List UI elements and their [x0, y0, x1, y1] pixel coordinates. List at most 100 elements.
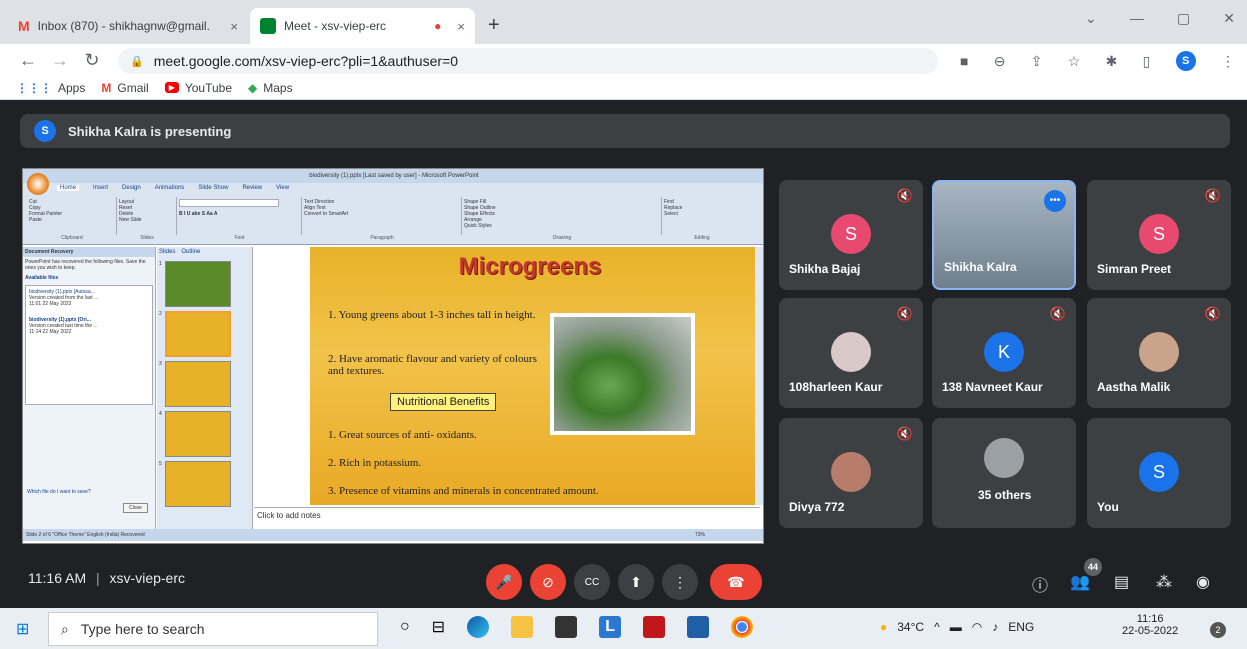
participant-tile[interactable]: Aastha Malik 🔇 — [1087, 298, 1231, 408]
taskbar-search[interactable]: ⌕ Type here to search — [48, 612, 378, 646]
close-window-button[interactable]: ✕ — [1223, 10, 1235, 27]
store-icon[interactable] — [555, 616, 578, 638]
participant-tile[interactable]: S Simran Preet 🔇 — [1087, 180, 1231, 290]
paste-button[interactable]: Paste — [29, 217, 114, 223]
captions-button[interactable]: CC — [574, 564, 610, 600]
back-icon[interactable]: ← — [16, 50, 40, 71]
info-icon[interactable]: ⓘ — [1032, 572, 1048, 596]
camera-icon[interactable]: ■ — [960, 53, 968, 69]
menu-icon[interactable]: ⋮ — [1221, 53, 1235, 70]
battery-icon[interactable]: ▬ — [950, 620, 962, 634]
l-app-icon[interactable]: L — [599, 616, 622, 638]
tab-meet[interactable]: Meet - xsv-viep-erc ● × — [250, 8, 475, 44]
tab-search-icon[interactable]: ⌄ — [1085, 10, 1097, 27]
office-button[interactable] — [27, 173, 49, 195]
host-controls-icon[interactable]: ◉ — [1196, 572, 1210, 592]
slide-thumbnail[interactable]: 3 — [159, 361, 250, 407]
zoom-icon[interactable]: ⊖ — [994, 53, 1006, 70]
ppt-ribbon: biodiversity (1).pptx [Last saved by use… — [23, 169, 763, 245]
leave-call-button[interactable]: ☎ — [710, 564, 762, 600]
extensions-icon[interactable]: ✱ — [1106, 53, 1118, 70]
participant-tile[interactable]: Shikha Kalra ••• — [932, 180, 1076, 290]
clock[interactable]: 11:16 22-05-2022 — [1122, 613, 1178, 637]
notification-badge[interactable]: 2 — [1210, 622, 1226, 638]
bookmark-youtube[interactable]: ▶ YouTube — [164, 81, 232, 95]
participant-tile[interactable]: S You — [1087, 418, 1231, 528]
mail-icon[interactable] — [687, 616, 710, 638]
file-explorer-icon[interactable] — [511, 616, 534, 638]
ribbon-tab[interactable]: Insert — [93, 185, 108, 191]
slide-thumbnail[interactable]: 2 — [159, 311, 250, 357]
new-slide-button[interactable]: New Slide — [119, 217, 174, 223]
smartart-button[interactable]: Convert to SmartArt — [304, 211, 459, 217]
zoom-level[interactable]: 73% — [695, 529, 705, 541]
new-tab-button[interactable]: + — [488, 14, 500, 37]
participant-tile[interactable]: 35 others — [932, 418, 1076, 528]
maximize-button[interactable]: ▢ — [1177, 10, 1190, 27]
slide-point-1: 1. Young greens about 1-3 inches tall in… — [328, 309, 536, 321]
participant-tile[interactable]: S Shikha Bajaj 🔇 — [779, 180, 923, 290]
tile-options-icon[interactable]: ••• — [1044, 190, 1066, 212]
mic-off-button[interactable]: 🎤 — [486, 564, 522, 600]
slide-thumbnail[interactable]: 4 — [159, 411, 250, 457]
ribbon-tab[interactable]: View — [276, 185, 289, 191]
select-button[interactable]: Select — [664, 211, 740, 217]
slide-thumbnail[interactable]: 1 — [159, 261, 250, 307]
camera-off-button[interactable]: ⊘ — [530, 564, 566, 600]
tab-gmail[interactable]: M Inbox (870) - shikhagnw@gmail. × — [8, 8, 248, 44]
participant-tile[interactable]: K 138 Navneet Kaur 🔇 — [932, 298, 1076, 408]
font-format-icons[interactable]: B I U abe S Aa A — [179, 211, 299, 217]
sidepanel-icon[interactable]: ▯ — [1143, 53, 1151, 70]
address-bar[interactable]: 🔒 meet.google.com/xsv-viep-erc?pli=1&aut… — [118, 48, 938, 74]
present-button[interactable]: ⬆ — [618, 564, 654, 600]
lock-icon: 🔒 — [130, 55, 144, 68]
participant-tile[interactable]: Divya 772 🔇 — [779, 418, 923, 528]
close-recovery-button[interactable]: Close — [123, 503, 148, 513]
language-indicator[interactable]: ENG — [1008, 620, 1034, 634]
share-icon[interactable]: ⇪ — [1031, 53, 1043, 70]
file-item[interactable]: biodiversity (1).pptx [Autosa... Version… — [29, 289, 149, 307]
mcafee-icon[interactable] — [643, 616, 666, 638]
windows-start-icon[interactable]: ⊞ — [16, 619, 29, 639]
close-icon[interactable]: × — [230, 19, 238, 34]
profile-avatar[interactable]: S — [1175, 51, 1196, 71]
cortana-icon[interactable]: ○ — [400, 618, 410, 636]
activities-icon[interactable]: ⁂ — [1156, 572, 1172, 592]
volume-icon[interactable]: ♪ — [992, 620, 998, 634]
notes-pane[interactable]: Click to add notes — [254, 507, 760, 525]
tray-expand-icon[interactable]: ^ — [934, 620, 940, 634]
ribbon-tab[interactable]: Design — [122, 185, 141, 191]
chat-icon[interactable]: ▤ — [1114, 572, 1129, 592]
muted-icon: 🔇 — [896, 306, 913, 321]
which-file-link[interactable]: Which file do I want to save? — [27, 489, 91, 495]
minimize-button[interactable]: — — [1130, 10, 1144, 27]
people-icon[interactable]: 👥 — [1070, 572, 1090, 592]
file-item[interactable]: biodiversity (1).pptx [Ori... Version cr… — [29, 317, 149, 335]
reload-icon[interactable]: ↻ — [80, 50, 104, 71]
ribbon-tab[interactable]: Slide Show — [198, 185, 228, 191]
ribbon-tab[interactable]: Review — [242, 185, 262, 191]
forward-icon[interactable]: → — [48, 50, 72, 71]
pane-tab[interactable]: Outline — [181, 249, 200, 255]
search-placeholder: Type here to search — [80, 621, 205, 637]
close-icon[interactable]: × — [457, 19, 465, 34]
participant-tile[interactable]: 108harleen Kaur 🔇 — [779, 298, 923, 408]
slide-thumbnail[interactable]: 5 — [159, 461, 250, 507]
slide-scrollbar[interactable] — [755, 247, 763, 505]
ribbon-tab[interactable]: Home — [57, 185, 80, 191]
edge-icon[interactable] — [467, 616, 490, 638]
weather-text[interactable]: 34°C — [897, 620, 924, 634]
bookmark-maps[interactable]: ◆ Maps — [248, 81, 293, 95]
ribbon-tab[interactable]: Animations — [155, 185, 185, 191]
star-icon[interactable]: ☆ — [1068, 53, 1081, 70]
wifi-icon[interactable]: ◠ — [972, 620, 982, 634]
pane-tab[interactable]: Slides — [159, 249, 175, 255]
bookmark-gmail[interactable]: M Gmail — [101, 81, 148, 95]
chrome-icon[interactable] — [731, 616, 754, 638]
ppt-titlebar: biodiversity (1).pptx [Last saved by use… — [23, 169, 763, 183]
bookmark-apps[interactable]: ⋮⋮⋮ Apps — [16, 81, 85, 95]
quick-styles-button[interactable]: Quick Styles — [464, 223, 659, 229]
more-options-button[interactable]: ⋮ — [662, 564, 698, 600]
font-selector[interactable] — [179, 199, 279, 207]
task-view-icon[interactable]: ⊟ — [432, 617, 445, 637]
